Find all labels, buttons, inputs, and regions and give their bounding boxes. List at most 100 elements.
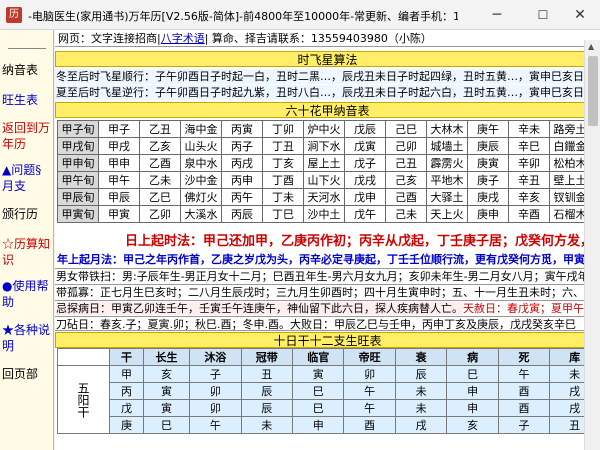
table-cell: 甲申旬 — [57, 154, 99, 172]
table-cell: 丙 — [109, 382, 144, 400]
table-cell: 寅 — [142, 382, 191, 400]
table-cell: 己亥 — [385, 171, 427, 189]
table-cell: 庚戌 — [467, 188, 509, 206]
table-cell: 巳 — [291, 382, 345, 400]
table-cell: 巳 — [446, 365, 499, 383]
table-header-cell: 沐浴 — [189, 348, 242, 366]
minimize-button[interactable]: ─ — [474, 0, 520, 30]
table-cell: 亥 — [446, 416, 499, 434]
table-cell: 申 — [446, 382, 499, 400]
table-cell: 卯 — [189, 399, 242, 417]
feixing-header: 时飞星算法 — [55, 51, 600, 67]
table-cell: 戊午 — [344, 205, 386, 223]
table-cell: 己巳 — [385, 120, 427, 138]
table-row: 甲申旬 甲申 乙酉 泉中水 丙戌 丁亥 屋上土 戊子 己丑 霹雳火 庚寅 辛卯 松柏木 — [57, 154, 591, 172]
table-cell: 丙戌 — [221, 154, 263, 172]
table-cell: 天河水 — [303, 188, 345, 206]
table-header-cell: 临官 — [291, 348, 345, 366]
table-cell: 丙寅 — [221, 120, 263, 138]
table-cell: 庚午 — [467, 120, 509, 138]
feixing-line1: 冬至后时飞星顺行：子午卯酉日子时起一白，丑时二黑…，辰戌丑未日子时起四绿，丑时五… — [55, 69, 600, 84]
table-cell: 甲子 — [98, 120, 140, 138]
web-prefix: 网页：文字连接招商 — [58, 32, 157, 45]
table-cell: 子 — [497, 416, 551, 434]
table-cell: 申 — [446, 399, 499, 417]
nayin-header: 六十花甲纳音表 — [55, 102, 600, 118]
table-header-cell: 干 — [109, 348, 144, 366]
rishang-qishi-rule: 日上起时法：甲己还加甲，乙庚丙作初；丙辛从戊起，丁壬庚子居；戊癸何方发，壬子是真… — [125, 234, 600, 249]
table-cell: 庚子 — [467, 171, 509, 189]
table-cell: 丁未 — [262, 188, 304, 206]
tanbing-text: 忌探病日：甲寅乙卯连壬午，壬寅壬午连庚午，神仙留下此六日，探人疾病替人亡。 — [56, 302, 463, 315]
table-cell: 庚辰 — [467, 137, 509, 155]
daozhen-rule: 刀砧日：春亥.子；夏寅.卯；秋巳.酉；冬申.酉。大败日：甲辰乙巳与壬申，丙申丁亥… — [55, 316, 600, 331]
title-bar: 历 -电脑医生(家用通书)万年历[V2.56版-简体]-前4800年至10000… — [0, 0, 600, 30]
table-cell: 卯 — [189, 382, 242, 400]
table-cell: 乙丑 — [139, 120, 181, 138]
table-cell: 庚寅 — [467, 154, 509, 172]
table-cell: 午 — [189, 416, 242, 434]
table-cell: 甲寅旬 — [57, 205, 99, 223]
sidebar-item-nayin[interactable]: 纳音表 — [2, 62, 52, 78]
sidebar-item-calendar-knowledge[interactable]: ☆历算知识 — [2, 236, 52, 268]
table-cell: 乙卯 — [139, 205, 181, 223]
table-cell: 丙辰 — [221, 205, 263, 223]
table-cell: 甲辰 — [98, 188, 140, 206]
table-cell: 泉中水 — [180, 154, 222, 172]
feixing-line2: 夏至后时飞星逆行：子午卯酉日子时起九紫，丑时八白…，辰戌丑未日子时起六白，丑时五… — [55, 85, 600, 100]
vertical-scrollbar[interactable]: ▲ — [584, 40, 600, 450]
table-cell: 戊申 — [344, 188, 386, 206]
sidebar-item-back-calendar[interactable]: 返回到万年历 — [2, 120, 52, 152]
nayin-table: 甲子旬 甲子 乙丑 海中金 丙寅 丁卯 炉中火 戊辰 己巳 大林木 庚午 辛未 路旁土 甲戌旬 甲戌 乙亥山… — [57, 120, 591, 223]
scroll-up-arrow-icon[interactable]: ▲ — [588, 42, 594, 51]
table-cell: 戊子 — [344, 154, 386, 172]
table-corner — [57, 348, 110, 366]
sidebar-item-wangsheng[interactable]: 旺生表 — [2, 92, 52, 108]
table-cell: 乙未 — [139, 171, 181, 189]
table-header-cell: 冠带 — [240, 348, 294, 366]
table-cell: 城墙土 — [426, 137, 468, 155]
table-header-cell: 病 — [446, 348, 499, 366]
sidebar-item-banxing[interactable]: 颁行历 — [2, 206, 52, 222]
sidebar-item-help[interactable]: ●使用帮助 — [2, 278, 52, 310]
table-cell: 甲寅 — [98, 205, 140, 223]
table-cell: 炉中火 — [303, 120, 345, 138]
sidebar-item-questions[interactable]: ▲问题§月支 — [2, 162, 52, 194]
table-header-row: 干 长生 沐浴 冠带 临官 帝旺 衰 病 死 库 — [57, 348, 600, 366]
tanbing-rule: 忌探病日：甲寅乙卯连壬午，壬寅壬午连庚午，神仙留下此六日，探人疾病替人亡。天赦日… — [55, 300, 600, 315]
table-cell: 辰 — [240, 382, 294, 400]
table-cell: 山头火 — [180, 137, 222, 155]
scrollbar-thumb[interactable] — [588, 56, 598, 126]
table-cell: 酉 — [343, 416, 396, 434]
table-header-cell: 死 — [497, 348, 551, 366]
nianshang-qiyue-rule: 年上起月法：甲己之年丙作首，乙庚之岁戊为头，丙辛必定寻庚起，丁壬壬位顺行流，更有… — [57, 253, 600, 266]
table-cell: 戌 — [394, 416, 448, 434]
table-cell: 甲 — [109, 365, 144, 383]
table-header-cell: 帝旺 — [343, 348, 396, 366]
bazi-terms-link[interactable]: 八字术语 — [161, 32, 205, 45]
close-button[interactable]: ✕ — [560, 0, 600, 30]
table-cell: 戊戌 — [344, 171, 386, 189]
table-cell: 霹雳火 — [426, 154, 468, 172]
table-row: 甲寅旬 甲寅 乙卯 大溪水 丙辰 丁巳 沙中土 戊午 己未 天上火 庚申 辛酉 石榴木 — [57, 205, 591, 223]
sidebar-item-notes[interactable]: ★各种说明 — [2, 322, 52, 354]
calendar-app-icon: 历 — [6, 7, 22, 23]
table-cell: 己丑 — [385, 154, 427, 172]
table-cell: 申 — [291, 416, 345, 434]
table-cell: 己卯 — [385, 137, 427, 155]
table-cell: 丙子 — [221, 137, 263, 155]
table-cell: 大林木 — [426, 120, 468, 138]
table-cell: 丙申 — [221, 171, 263, 189]
table-cell: 未 — [394, 382, 448, 400]
table-cell: 甲辰旬 — [57, 188, 99, 206]
table-cell: 天上火 — [426, 205, 468, 223]
table-cell: 戊 — [109, 399, 144, 417]
table-cell: 甲戌旬 — [57, 137, 99, 155]
table-cell: 辛未 — [508, 120, 550, 138]
table-cell: 巳 — [291, 399, 345, 417]
table-cell: 甲午旬 — [57, 171, 99, 189]
table-cell: 大驿土 — [426, 188, 468, 206]
table-row: 丙寅卯辰巳午未申酉戌 — [58, 382, 600, 400]
table-cell: 辛亥 — [508, 188, 550, 206]
sidebar-item-top[interactable]: 回页部 — [2, 366, 52, 382]
